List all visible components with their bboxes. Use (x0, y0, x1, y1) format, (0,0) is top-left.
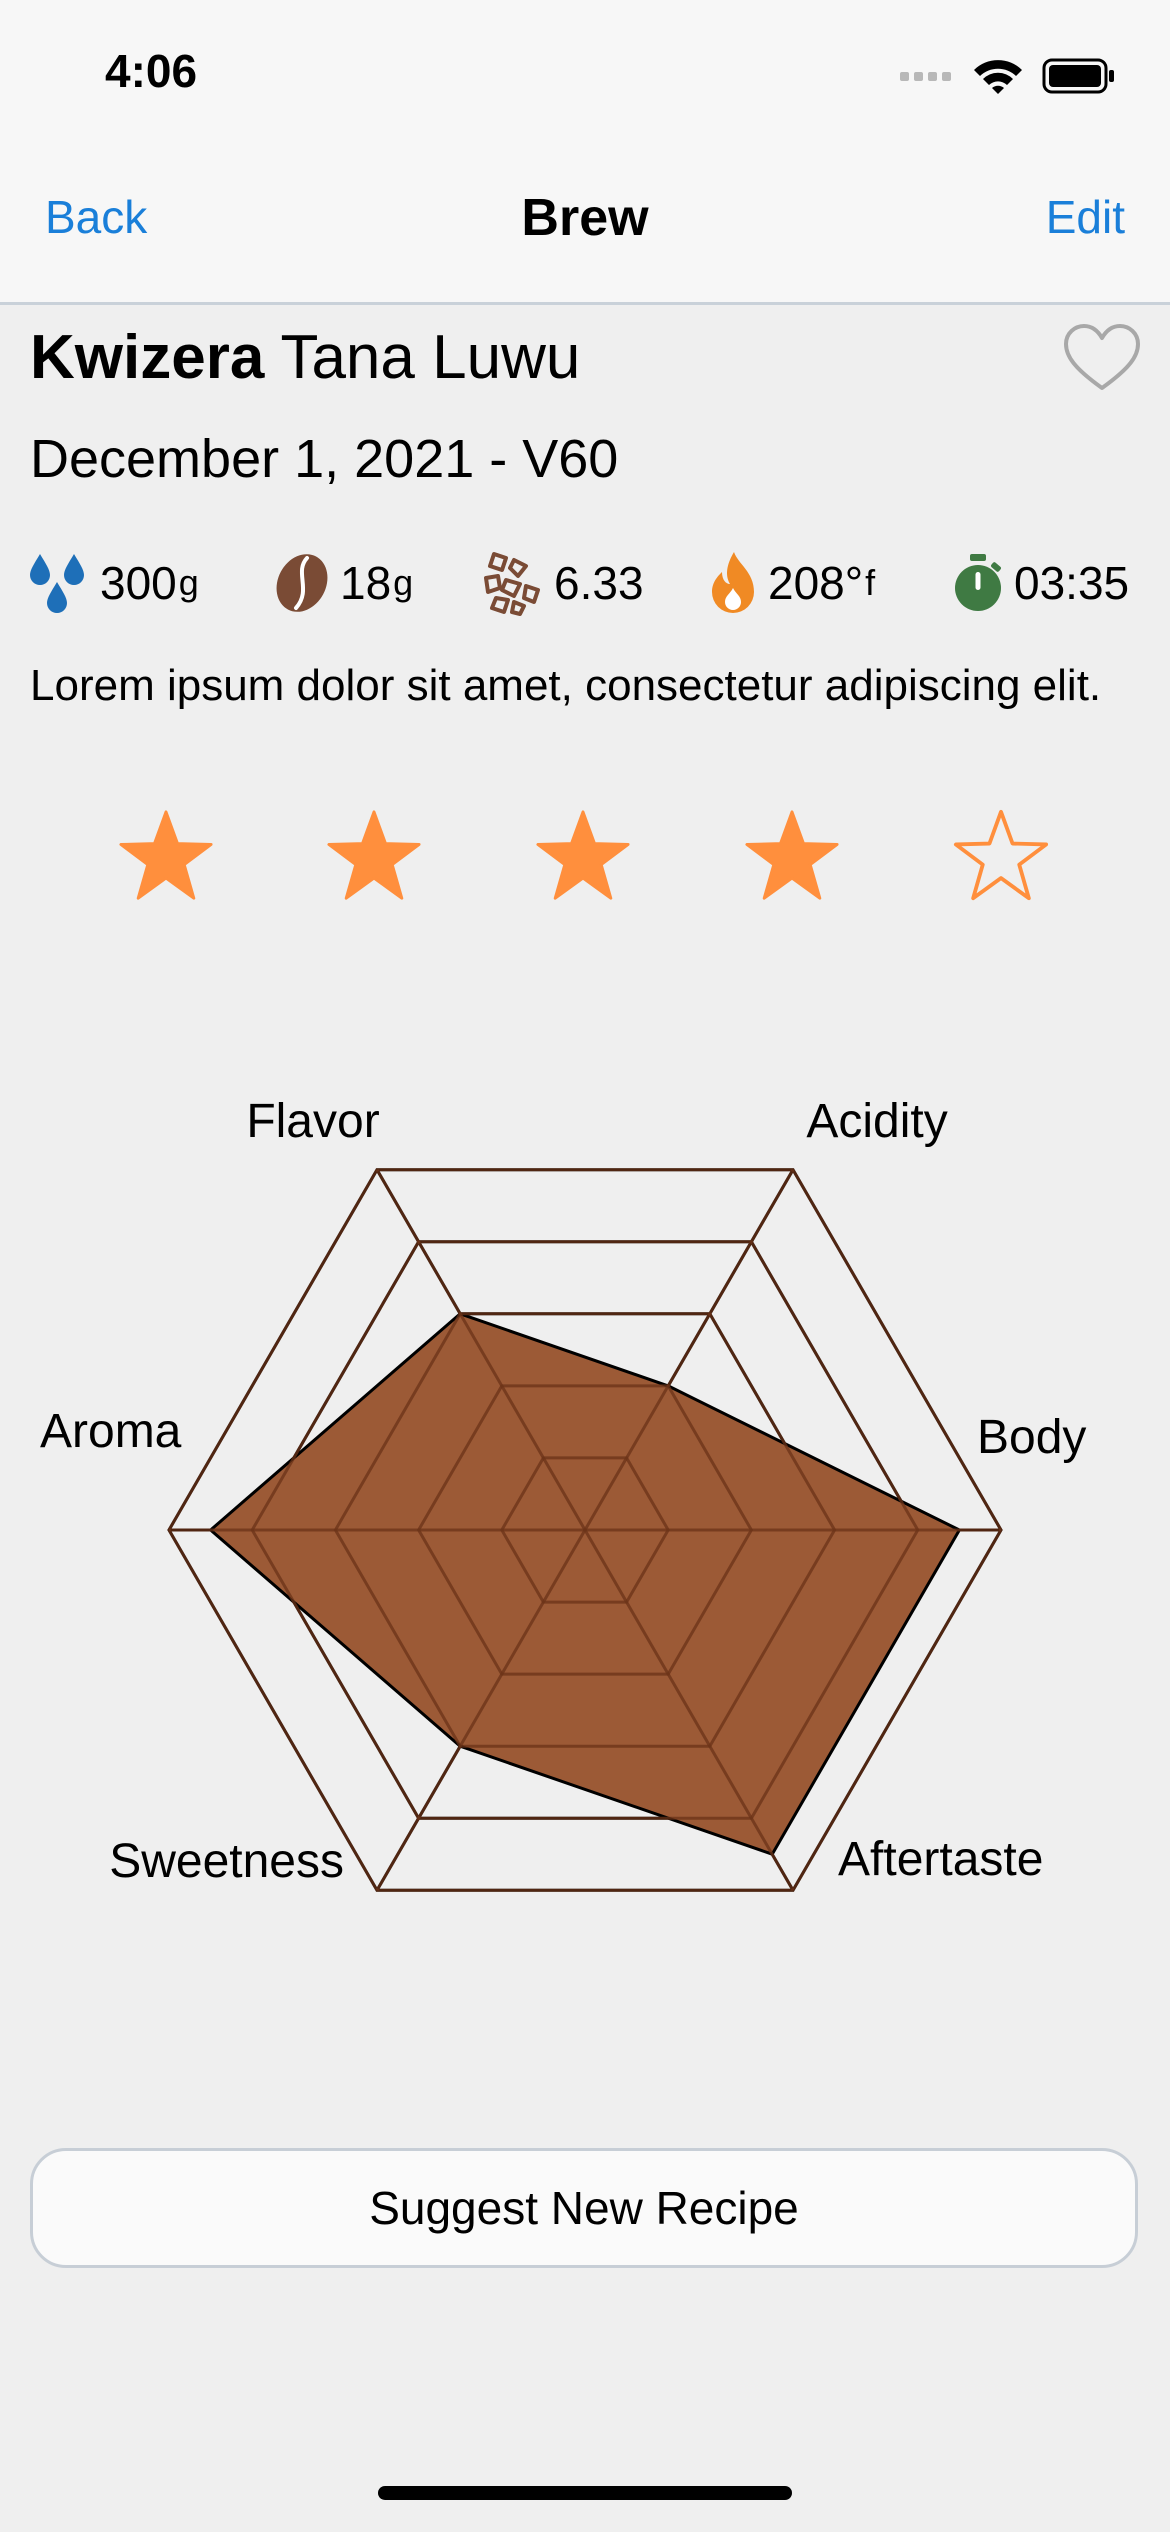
temperature-value: 208° (768, 557, 864, 609)
star-rating (0, 808, 1170, 904)
axis-label-sweetness: Sweetness (109, 1835, 344, 1888)
wifi-icon (974, 60, 1022, 94)
coffee-dose-unit: g (393, 562, 414, 603)
radar-data-area (209, 1312, 961, 1856)
axis-label-aftertaste: Aftertaste (838, 1833, 1043, 1886)
home-indicator (378, 2486, 792, 2500)
brew-date-method: December 1, 2021 - V60 (30, 429, 619, 489)
temperature-unit: f (865, 562, 876, 603)
battery-icon (1042, 58, 1114, 94)
brew-notes: Lorem ipsum dolor sit amet, consectetur … (30, 661, 1102, 710)
status-icons (900, 54, 1116, 98)
grind-icon (484, 552, 540, 616)
stopwatch-icon (955, 554, 1001, 611)
grind-value: 6.33 (554, 557, 644, 609)
water-unit: g (178, 562, 199, 603)
star-4-icon[interactable] (744, 808, 840, 904)
coffee-name: Kwizera Tana Luwu (30, 322, 580, 393)
flavor-radar-chart: Flavor Acidity Body Aftertaste Sweetness… (40, 1095, 1086, 1892)
star-2-icon[interactable] (326, 808, 422, 904)
stat-grind: 6.33 (480, 548, 644, 618)
stat-coffee-dose: 18 g (274, 548, 413, 618)
axis-label-body: Body (977, 1411, 1086, 1464)
coffee-title: Tana Luwu (280, 323, 581, 392)
axis-label-acidity: Acidity (806, 1095, 947, 1148)
stat-temperature: 208° f (708, 548, 875, 618)
star-1-icon[interactable] (118, 808, 214, 904)
water-value: 300 (100, 557, 177, 609)
signal-icon (900, 72, 951, 81)
water-drops-icon (30, 554, 84, 613)
axis-label-flavor: Flavor (246, 1095, 379, 1148)
coffee-bean-icon (276, 554, 328, 612)
edit-button[interactable]: Edit (1046, 190, 1125, 244)
status-bar: 4:06 (0, 0, 1170, 150)
page-title: Brew (521, 189, 649, 247)
brew-stats: 300 g 18 g 6.33 208° f 03:35 (28, 548, 1148, 618)
suggest-new-recipe-button[interactable]: Suggest New Recipe (30, 2148, 1138, 2268)
status-time: 4:06 (105, 45, 198, 97)
flame-icon (712, 552, 754, 613)
stat-water: 300 g (28, 548, 199, 618)
time-value: 03:35 (1014, 557, 1130, 609)
navigation-bar: Back Brew Edit (0, 150, 1170, 305)
stat-time: 03:35 (952, 548, 1129, 618)
star-3-icon[interactable] (535, 808, 631, 904)
roaster-name: Kwizera (30, 323, 265, 392)
axis-label-aroma: Aroma (40, 1405, 182, 1458)
favorite-heart-icon[interactable] (1062, 322, 1142, 394)
coffee-dose-value: 18 (340, 557, 392, 609)
star-5-icon[interactable] (953, 808, 1049, 904)
